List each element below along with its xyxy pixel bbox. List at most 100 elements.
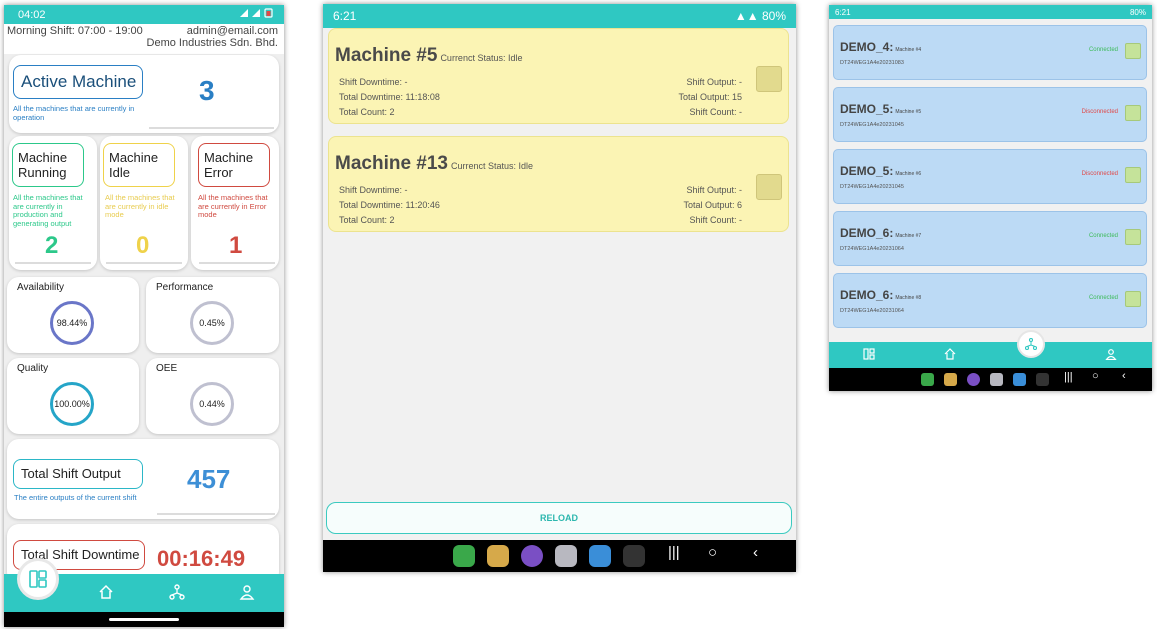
device-code: DT24WEG1A4e20231083	[840, 60, 904, 66]
oee-card[interactable]: OEE 0.44%	[146, 358, 279, 434]
shift-output-label: Total Shift Output	[13, 459, 143, 489]
settings-app-icon[interactable]	[1013, 373, 1026, 386]
status-time: 6:21	[835, 7, 851, 17]
machine-running-label: Machine Running	[12, 143, 84, 187]
device-title: DEMO_6: Machine #8	[840, 288, 921, 302]
device-card[interactable]: DEMO_5: Machine #6 DT24WEG1A4e20231045 Di…	[833, 149, 1147, 204]
dashboard-tab[interactable]	[863, 348, 875, 360]
device-title: DEMO_5: Machine #5	[840, 102, 921, 116]
device-card[interactable]: DEMO_6: Machine #7 DT24WEG1A4e20231064 Co…	[833, 211, 1147, 266]
shift-count: Shift Count: -	[689, 107, 742, 117]
divider	[106, 262, 182, 264]
device-card[interactable]: DEMO_4: Machine #4 DT24WEG1A4e20231083 Co…	[833, 25, 1147, 80]
device-machine: Machine #4	[895, 47, 922, 53]
active-machine-label: Active Machine	[13, 65, 143, 99]
user-email: admin@email.com	[186, 25, 278, 37]
divider	[157, 513, 275, 515]
network-icon	[1025, 338, 1037, 350]
device-name: DEMO_6:	[840, 288, 894, 302]
back-icon[interactable]: ‹	[753, 544, 758, 561]
messages-app-icon[interactable]	[487, 545, 509, 567]
camera-app-icon[interactable]	[555, 545, 577, 567]
status-bar: 04:02	[4, 5, 284, 24]
quality-value: 100.00%	[54, 399, 90, 409]
back-icon[interactable]: ‹	[1122, 370, 1126, 382]
home-tab[interactable]	[98, 584, 114, 600]
performance-value: 0.45%	[199, 318, 225, 328]
signal-icon	[240, 8, 273, 18]
home-button-icon[interactable]: ○	[708, 544, 717, 561]
device-icon	[1125, 167, 1141, 183]
recent-apps-icon[interactable]: |||	[668, 544, 680, 561]
shift-output-value: 457	[187, 464, 231, 494]
device-card[interactable]: DEMO_5: Machine #5 DT24WEG1A4e20231045 Di…	[833, 87, 1147, 142]
shift-output-desc: The entire outputs of the current shift	[14, 493, 137, 502]
device-card[interactable]: DEMO_6: Machine #8 DT24WEG1A4e20231064 Co…	[833, 273, 1147, 328]
device-machine: Machine #6	[895, 171, 922, 177]
machine-title: Machine #13 Currenct Status: Idle	[335, 153, 533, 175]
phone-app-icon[interactable]	[921, 373, 934, 386]
quality-gauge: 100.00%	[50, 382, 94, 426]
device-machine: Machine #8	[895, 295, 922, 301]
device-code: DT24WEG1A4e20231045	[840, 184, 904, 190]
profile-tab[interactable]	[239, 584, 255, 600]
apps-grid-icon[interactable]	[1036, 373, 1049, 386]
battery-level: 80%	[1129, 7, 1146, 17]
device-code: DT24WEG1A4e20231064	[840, 308, 904, 314]
oee-label: OEE	[156, 363, 178, 374]
home-button-icon[interactable]: ○	[1092, 370, 1099, 382]
machine-error-card[interactable]: Machine Error All the machines that are …	[191, 136, 279, 270]
shift-output-card[interactable]: Total Shift Output The entire outputs of…	[7, 439, 279, 519]
status-time: 04:02	[18, 8, 46, 21]
galaxy-store-icon[interactable]	[967, 373, 980, 386]
settings-app-icon[interactable]	[589, 545, 611, 567]
connection-status: Disconnected	[1081, 109, 1118, 115]
home-indicator[interactable]	[109, 618, 179, 621]
machine-running-card[interactable]: Machine Running All the machines that ar…	[9, 136, 97, 270]
quality-card[interactable]: Quality 100.00%	[7, 358, 139, 434]
total-downtime: Total Downtime: 11:20:46	[339, 200, 440, 210]
performance-gauge: 0.45%	[190, 301, 234, 345]
recent-apps-icon[interactable]: |||	[1064, 371, 1073, 383]
phone-app-icon[interactable]	[453, 545, 475, 567]
device-icon	[1125, 105, 1141, 121]
messages-app-icon[interactable]	[944, 373, 957, 386]
network-tab[interactable]	[169, 584, 185, 600]
dashboard-tab[interactable]	[17, 558, 59, 600]
machine-icon	[756, 66, 782, 92]
connection-status: Disconnected	[1081, 171, 1118, 177]
machine-name: Machine #5	[335, 45, 438, 66]
device-icon	[1125, 43, 1141, 59]
reload-button[interactable]: RELOAD	[326, 502, 792, 534]
performance-card[interactable]: Performance 0.45%	[146, 277, 279, 353]
machine-status: Currenct Status: Idle	[451, 161, 534, 171]
device-code: DT24WEG1A4e20231045	[840, 122, 904, 128]
total-count: Total Count: 2	[339, 107, 395, 117]
apps-grid-icon[interactable]	[623, 545, 645, 567]
availability-label: Availability	[17, 282, 65, 293]
dashboard-icon	[863, 348, 875, 360]
active-machine-card[interactable]: Active Machine All the machines that are…	[9, 55, 279, 133]
machine-idle-card[interactable]: Machine Idle All the machines that are c…	[100, 136, 188, 270]
device-machine: Machine #5	[895, 109, 922, 115]
user-icon	[1105, 349, 1117, 360]
network-tab[interactable]	[1017, 330, 1045, 358]
camera-app-icon[interactable]	[990, 373, 1003, 386]
active-machine-desc: All the machines that are currently in o…	[13, 104, 135, 122]
bottom-nav	[829, 330, 1152, 368]
shift-downtime-value: 00:16:49	[157, 546, 246, 571]
machine-error-desc: All the machines that are currently in E…	[198, 193, 268, 219]
machine-idle-count: 0	[136, 232, 150, 259]
availability-card[interactable]: Availability 98.44%	[7, 277, 139, 353]
machine-card[interactable]: Machine #13 Currenct Status: Idle Shift D…	[328, 136, 789, 232]
profile-tab[interactable]	[1105, 348, 1117, 360]
shift-downtime: Shift Downtime: -	[339, 77, 408, 87]
machine-idle-label: Machine Idle	[103, 143, 175, 187]
machine-card[interactable]: Machine #5 Currenct Status: Idle Shift Do…	[328, 28, 789, 124]
galaxy-store-icon[interactable]	[521, 545, 543, 567]
shift-downtime: Shift Downtime: -	[339, 185, 408, 195]
machine-running-desc: All the machines that are currently in p…	[13, 193, 83, 228]
connection-status: Connected	[1088, 295, 1118, 301]
status-bar: 6:21 80%	[829, 5, 1152, 19]
home-tab[interactable]	[944, 348, 956, 360]
